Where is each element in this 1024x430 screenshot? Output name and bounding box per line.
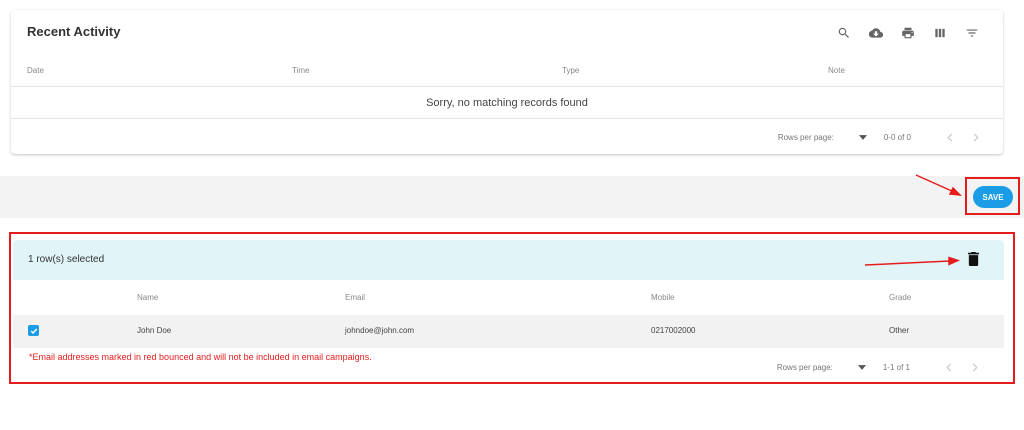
next-page-button[interactable] [969,130,983,144]
print-button[interactable] [899,24,917,42]
header-divider [11,86,1003,87]
filter-button[interactable] [963,24,981,42]
save-highlight-box [965,177,1020,215]
cloud-download-icon [869,28,883,38]
search-icon [838,27,849,38]
previous-page-button[interactable] [943,130,957,144]
filter-icon [966,29,978,37]
column-header-type[interactable]: Type [562,66,579,75]
chevron-right-icon [973,132,979,142]
column-header-note[interactable]: Note [828,66,845,75]
recent-activity-title: Recent Activity [27,24,121,39]
activity-pagination: Rows per page: 0-0 of 0 [778,130,983,144]
pagination-range: 0-0 of 0 [883,132,911,142]
view-columns-icon [935,28,945,38]
caret-down-icon [858,134,867,140]
save-bar [0,176,1024,218]
column-header-date[interactable]: Date [27,66,44,75]
table-toolbar [835,24,981,42]
rows-per-page-label: Rows per page: [777,132,834,142]
selection-highlight-box [9,232,1015,384]
download-button[interactable] [867,24,885,42]
view-columns-button[interactable] [931,24,949,42]
chevron-left-icon [947,132,953,142]
rows-per-page-select[interactable] [856,132,870,142]
column-header-time[interactable]: Time [292,66,309,75]
search-button[interactable] [835,24,853,42]
empty-table-message: Sorry, no matching records found [426,97,588,109]
page: Recent Activity Date Time Type Note Sorr… [0,0,1024,430]
footer-divider [11,118,1003,119]
print-icon [902,27,914,39]
recent-activity-card: Recent Activity Date Time Type Note Sorr… [11,10,1003,154]
